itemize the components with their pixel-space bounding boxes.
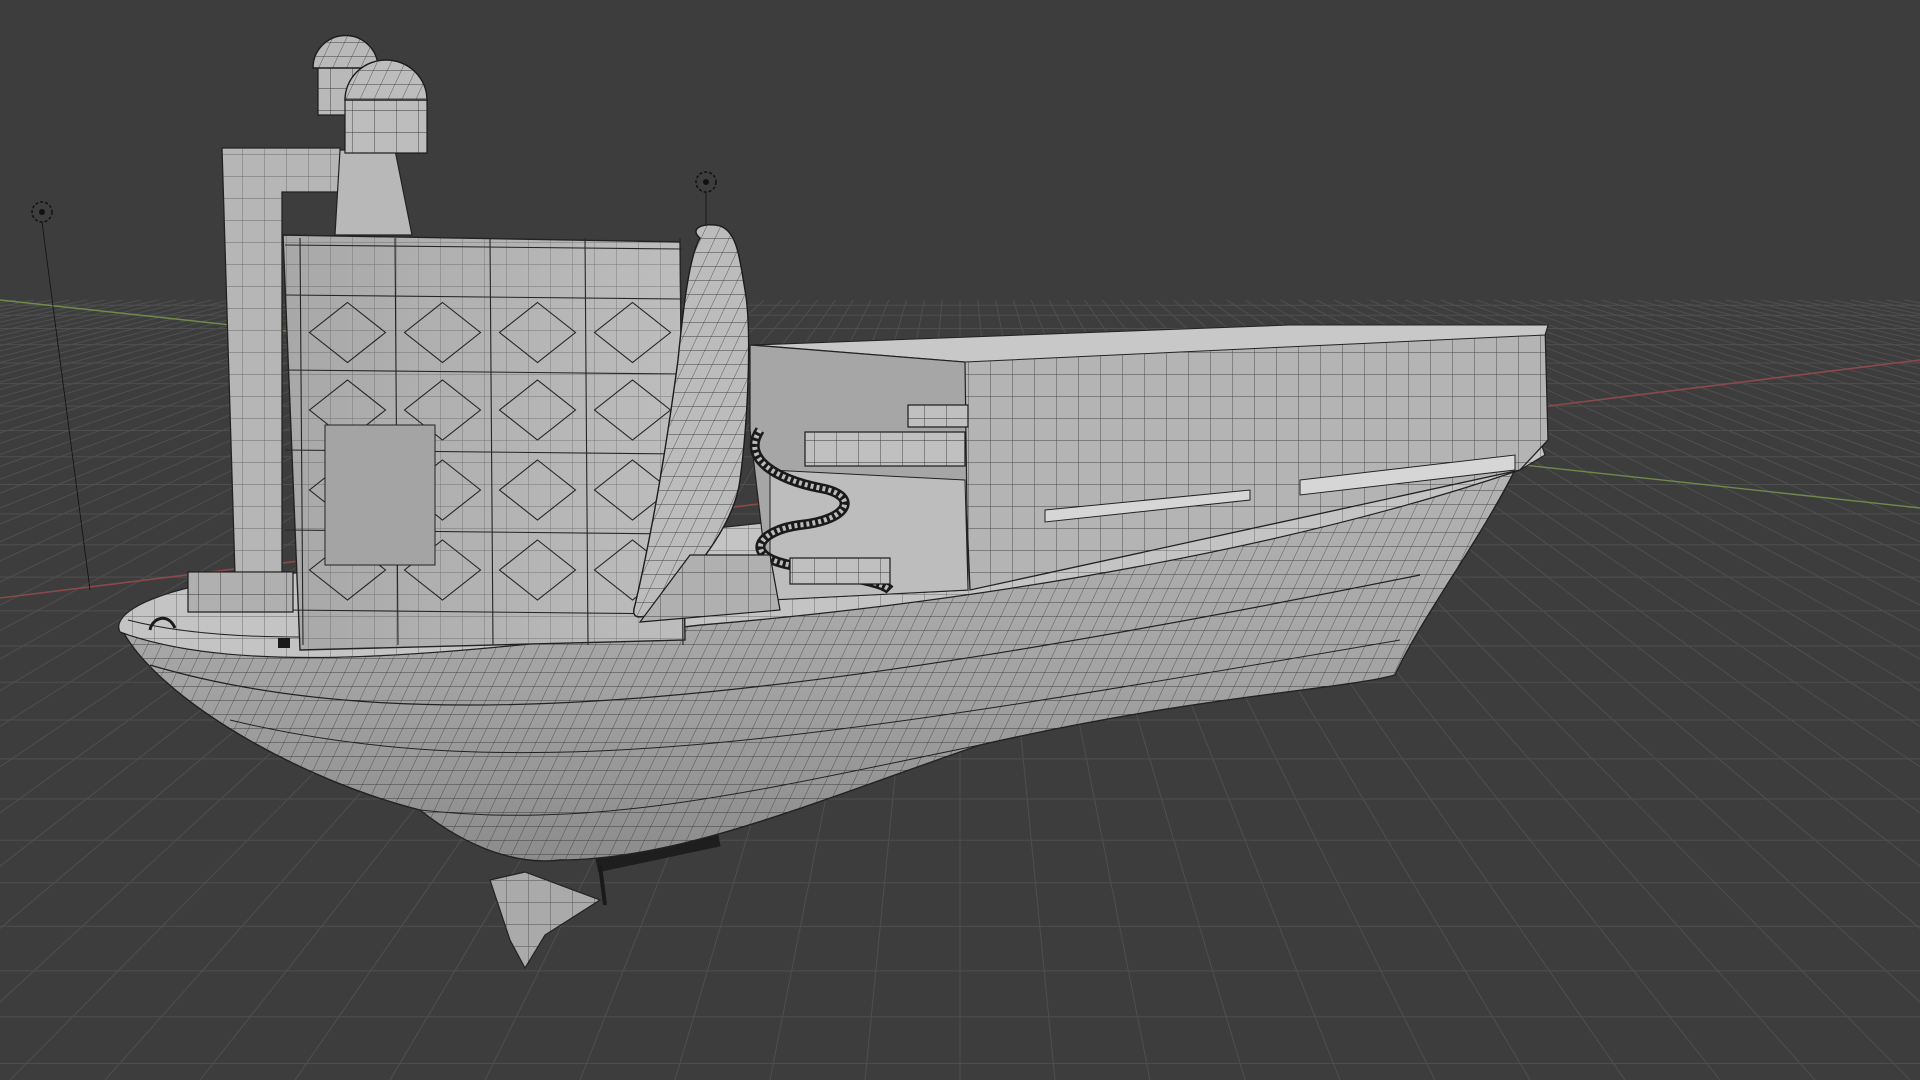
- viewport-canvas[interactable]: [0, 0, 1920, 1080]
- 3d-viewport[interactable]: [0, 0, 1920, 1080]
